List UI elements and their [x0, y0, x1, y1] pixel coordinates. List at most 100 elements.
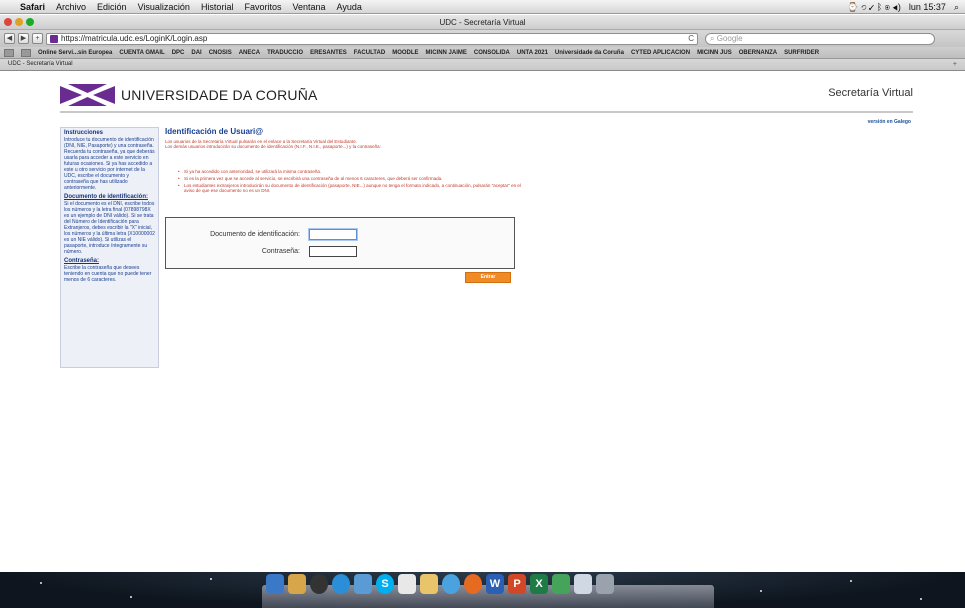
bookmarks-bar: Online Servi...sin Europea CUENTA GMAIL … — [0, 47, 965, 59]
logo-text: UNIVERSIDADE DA CORUÑA — [121, 87, 318, 103]
bookmark-item[interactable]: CYTED APLICACION — [631, 50, 690, 56]
bookmark-item[interactable]: MICINN JAIME — [426, 50, 467, 56]
powerpoint-icon[interactable]: P — [508, 574, 526, 594]
bookmark-item[interactable]: SURFRIDER — [784, 50, 819, 56]
search-icon: ⌕ — [710, 33, 715, 43]
header-divider — [60, 111, 913, 113]
entourage-icon[interactable] — [552, 574, 570, 594]
bookmark-item[interactable]: MOODLE — [392, 50, 418, 56]
site-title: Secretaría Virtual — [828, 87, 913, 99]
sidebar-heading: Contraseña: — [64, 258, 100, 264]
menu-archivo[interactable]: Archivo — [56, 2, 86, 12]
finder-icon[interactable] — [266, 574, 284, 594]
tab-title: UDC - Secretaría Virtual — [8, 61, 73, 67]
bookmark-item[interactable]: CUENTA GMAIL — [119, 50, 164, 56]
star — [760, 590, 762, 592]
document-row: Documento de identificación: — [166, 229, 516, 241]
forward-button[interactable]: ▶ — [18, 33, 29, 44]
window-title: UDC - Secretaría Virtual — [439, 18, 526, 27]
sidebar-text: Introduce tu documento de identificación… — [64, 137, 155, 191]
zoom-window-button[interactable] — [26, 18, 34, 26]
bookmark-item[interactable]: CNOSIS — [209, 50, 232, 56]
skype-icon[interactable]: S — [376, 574, 394, 594]
bookmark-item[interactable]: ANECA — [239, 50, 260, 56]
bookmark-item[interactable]: ERESANTES — [310, 50, 347, 56]
intro-text: Los usuarios de la Secretaría Virtual pu… — [165, 139, 585, 149]
book-icon[interactable] — [4, 48, 14, 57]
status-icons[interactable]: ⌚ ⟲ ✓ ᛒ ◉ ◀) — [847, 2, 901, 13]
udc-logo[interactable]: UNIVERSIDADE DA CORUÑA — [60, 84, 318, 106]
mail-stamp-icon[interactable] — [288, 574, 306, 594]
bookmark-item[interactable]: MICINN JUS — [697, 50, 732, 56]
grid-icon[interactable] — [21, 48, 31, 57]
menu-favoritos[interactable]: Favoritos — [244, 2, 281, 12]
mail-icon[interactable] — [398, 574, 416, 594]
menu-edicion[interactable]: Edición — [97, 2, 127, 12]
galician-version-link[interactable]: versión en Galego — [868, 119, 911, 125]
menu-historial[interactable]: Historial — [201, 2, 234, 12]
itunes-icon[interactable] — [442, 574, 460, 594]
password-row: Contraseña: — [166, 246, 516, 258]
window-titlebar: UDC - Secretaría Virtual — [0, 15, 965, 30]
bookmark-item[interactable]: UNTA 2021 — [517, 50, 548, 56]
udc-logo-icon — [60, 84, 115, 106]
spotlight-icon[interactable]: ⌕ — [954, 2, 959, 13]
note-item: Si ya ha accedido con anterioridad, se u… — [178, 169, 523, 174]
search-placeholder: Google — [716, 33, 743, 43]
star — [210, 578, 212, 580]
trash-icon[interactable] — [596, 574, 614, 594]
sidebar-text: Escribe la contraseña que desees teniend… — [64, 265, 152, 283]
notes-icon[interactable] — [420, 574, 438, 594]
bookmark-item[interactable]: OBERNANZA — [739, 50, 777, 56]
menu-ventana[interactable]: Ventana — [292, 2, 325, 12]
browser-toolbar: ◀ ▶ + https://matricula.udc.es/LoginK/Lo… — [0, 30, 965, 47]
bookmark-item[interactable]: TRADUCCIO — [267, 50, 303, 56]
bookmark-item[interactable]: CONSOLIDA — [474, 50, 510, 56]
close-window-button[interactable] — [4, 18, 12, 26]
star — [920, 598, 922, 600]
notes-list: Si ya ha accedido con anterioridad, se u… — [178, 169, 523, 195]
menu-app-safari[interactable]: Safari — [20, 2, 45, 12]
star — [130, 596, 132, 598]
bookmark-item[interactable]: DPC — [172, 50, 185, 56]
tab-udc[interactable]: UDC - Secretaría Virtual + — [0, 59, 965, 70]
login-form: Documento de identificación: Contraseña: — [165, 217, 515, 269]
menubar-clock[interactable]: lun 15:37 — [909, 2, 946, 12]
login-button[interactable]: Entrar — [465, 272, 511, 283]
safari-icon[interactable] — [332, 574, 350, 594]
bookmark-item[interactable]: FACULTAD — [354, 50, 385, 56]
address-bar[interactable]: https://matricula.udc.es/LoginK/Login.as… — [46, 32, 698, 45]
menu-ayuda[interactable]: Ayuda — [337, 2, 362, 12]
add-bookmark-button[interactable]: + — [32, 33, 43, 44]
sidebar-heading: Instrucciones — [64, 130, 104, 136]
minimize-window-button[interactable] — [15, 18, 23, 26]
instructions-sidebar: Instrucciones Introduce tu documento de … — [60, 127, 159, 368]
new-tab-icon[interactable]: + — [953, 59, 957, 70]
word-icon[interactable]: W — [486, 574, 504, 594]
dvd-player-icon[interactable] — [310, 574, 328, 594]
site-favicon-icon — [50, 34, 58, 43]
image-icon[interactable] — [574, 574, 592, 594]
bookmark-item[interactable]: Universidade da Coruña — [555, 50, 624, 56]
search-field[interactable]: ⌕ Google — [705, 32, 935, 45]
page-title: Identificación de Usuari@ — [165, 127, 264, 136]
intro-line-2: Los demás usuarios introducirán su docum… — [165, 144, 381, 149]
address-url: https://matricula.udc.es/LoginK/Login.as… — [61, 34, 208, 43]
menu-bar: Safari Archivo Edición Visualización His… — [0, 0, 965, 14]
preview-icon[interactable] — [354, 574, 372, 594]
menu-visualizacion[interactable]: Visualización — [138, 2, 190, 12]
reload-icon[interactable]: C — [688, 34, 694, 43]
document-input[interactable] — [309, 229, 357, 240]
web-page: UNIVERSIDADE DA CORUÑA Secretaría Virtua… — [0, 72, 965, 572]
star — [40, 582, 42, 584]
back-button[interactable]: ◀ — [4, 33, 15, 44]
firefox-icon[interactable] — [464, 574, 482, 594]
bookmark-item[interactable]: Online Servi...sin Europea — [38, 50, 112, 56]
excel-icon[interactable]: X — [530, 574, 548, 594]
tab-bar: UDC - Secretaría Virtual + — [0, 59, 965, 71]
sidebar-heading: Documento de identificación: — [64, 194, 149, 200]
password-input[interactable] — [309, 246, 357, 257]
sidebar-text: Si el documento es el DNI, escribe todos… — [64, 201, 155, 255]
bookmark-item[interactable]: DAI — [191, 50, 201, 56]
password-label: Contraseña: — [261, 248, 300, 255]
